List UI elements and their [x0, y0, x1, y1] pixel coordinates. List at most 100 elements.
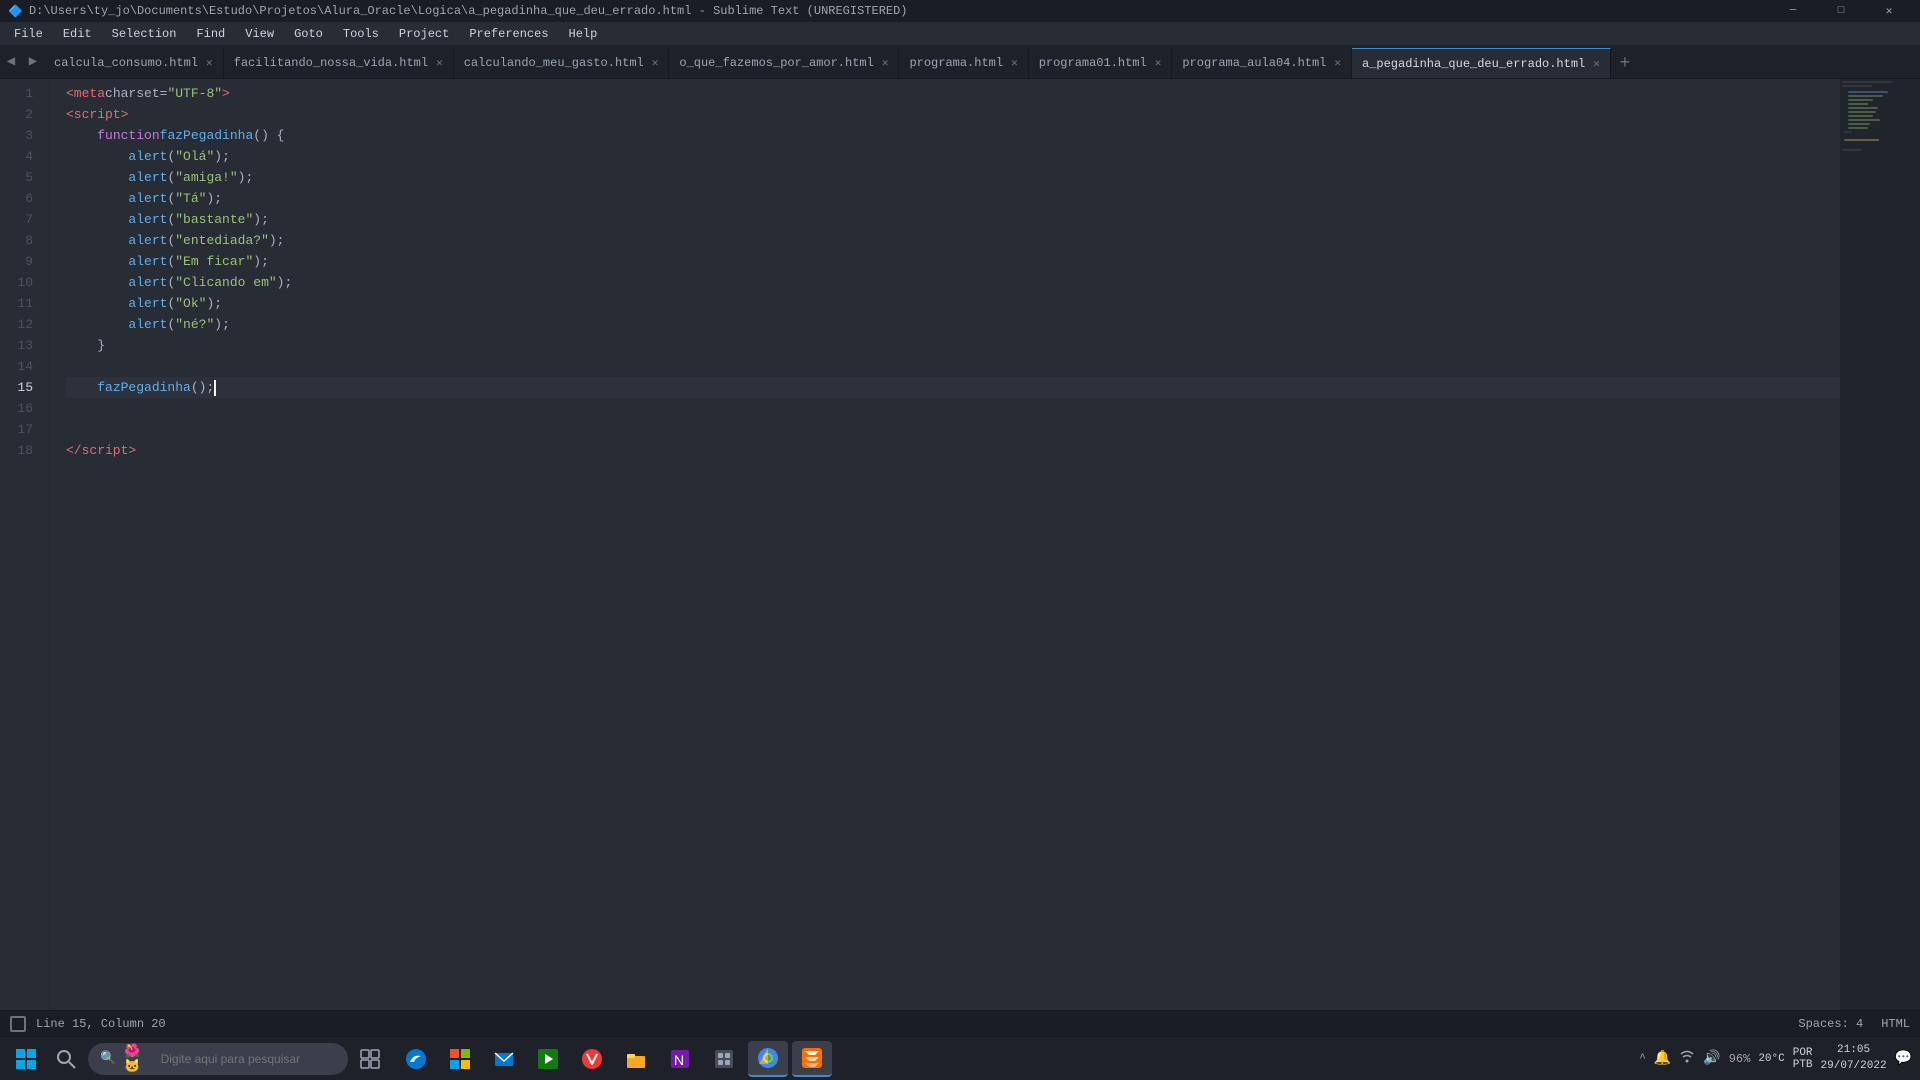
- status-spaces[interactable]: Spaces: 4: [1798, 1017, 1863, 1031]
- tab-close-2[interactable]: ✕: [652, 56, 659, 70]
- tab-label-2: calculando_meu_gasto.html: [464, 56, 644, 70]
- taskbar-app9-icon[interactable]: [704, 1041, 744, 1077]
- menu-item-edit[interactable]: Edit: [53, 22, 102, 46]
- tab-1[interactable]: facilitando_nossa_vida.html ✕: [224, 48, 454, 78]
- volume-icon[interactable]: 🔊: [1703, 1050, 1720, 1067]
- code-line-3: function fazPegadinha() {: [66, 125, 1840, 146]
- minimize-button[interactable]: ─: [1770, 0, 1816, 22]
- tab-7[interactable]: a_pegadinha_que_deu_errado.html ✕: [1352, 48, 1611, 78]
- tray-chevron-icon[interactable]: ^: [1639, 1053, 1646, 1065]
- code-line-17: [66, 419, 1840, 440]
- line-number-14: 14: [0, 356, 41, 377]
- code-line-6: alert("Tá");: [66, 188, 1840, 209]
- tab-next-button[interactable]: ▶: [22, 46, 44, 78]
- code-line-18: </script>: [66, 440, 1840, 461]
- code-editor[interactable]: <meta charset="UTF-8"><script> function …: [50, 79, 1840, 1010]
- code-line-8: alert("entediada?");: [66, 230, 1840, 251]
- line-number-15: 15: [0, 377, 41, 398]
- menu-item-project[interactable]: Project: [389, 22, 459, 46]
- tab-close-5[interactable]: ✕: [1155, 56, 1162, 70]
- line-numbers: 123456789101112131415161718: [0, 79, 50, 1010]
- lang-display: PORPTB: [1793, 1047, 1813, 1071]
- tab-3[interactable]: o_que_fazemos_por_amor.html ✕: [669, 48, 899, 78]
- taskbar-explorer-icon[interactable]: [616, 1041, 656, 1077]
- taskbar-right: ^ 🔔 🔊 96% 20°C PORPTB 21:05 29/07/2022 💬: [1639, 1043, 1912, 1074]
- status-bar: Line 15, Column 20 Spaces: 4 HTML: [0, 1010, 1920, 1036]
- menu-item-tools[interactable]: Tools: [333, 22, 389, 46]
- wifi-icon[interactable]: [1679, 1048, 1695, 1069]
- windows-start-button[interactable]: [8, 1041, 44, 1077]
- menu-item-view[interactable]: View: [235, 22, 284, 46]
- editor: 123456789101112131415161718 <meta charse…: [0, 79, 1920, 1010]
- taskbar-sublime-icon[interactable]: [792, 1041, 832, 1077]
- status-encoding[interactable]: HTML: [1881, 1017, 1910, 1031]
- menu-item-help[interactable]: Help: [559, 22, 608, 46]
- taskbar-media-icon[interactable]: [528, 1041, 568, 1077]
- line-number-16: 16: [0, 398, 41, 419]
- tab-label-7: a_pegadinha_que_deu_errado.html: [1362, 57, 1585, 71]
- clock[interactable]: 21:05 29/07/2022: [1821, 1043, 1887, 1074]
- status-right: Spaces: 4 HTML: [1798, 1017, 1910, 1031]
- tab-6[interactable]: programa_aula04.html✕: [1172, 48, 1352, 78]
- code-line-9: alert("Em ficar");: [66, 251, 1840, 272]
- menu-item-find[interactable]: Find: [186, 22, 235, 46]
- taskbar-vivaldi-icon[interactable]: [572, 1041, 612, 1077]
- tab-close-0[interactable]: ✕: [206, 56, 213, 70]
- tab-bar: ◀ ▶ calcula_consumo.html✕facilitando_nos…: [0, 46, 1920, 79]
- code-line-10: alert("Clicando em");: [66, 272, 1840, 293]
- close-button[interactable]: ✕: [1866, 0, 1912, 22]
- maximize-button[interactable]: □: [1818, 0, 1864, 22]
- task-view-button[interactable]: [352, 1041, 388, 1077]
- clock-time: 21:05: [1821, 1043, 1887, 1058]
- title-bar-text: D:\Users\ty_jo\Documents\Estudo\Projetos…: [29, 4, 908, 18]
- status-left: Line 15, Column 20: [10, 1016, 166, 1032]
- line-number-12: 12: [0, 314, 41, 335]
- tab-4[interactable]: programa.html✕: [899, 48, 1028, 78]
- title-bar-controls: ─ □ ✕: [1770, 0, 1912, 22]
- tab-add-button[interactable]: +: [1611, 50, 1639, 78]
- tray-icon-1: 🔔: [1654, 1050, 1671, 1067]
- tab-label-5: programa01.html: [1039, 56, 1147, 70]
- minimap: [1840, 79, 1920, 1010]
- tab-close-1[interactable]: ✕: [436, 56, 443, 70]
- menu-item-selection[interactable]: Selection: [102, 22, 187, 46]
- tab-2[interactable]: calculando_meu_gasto.html ✕: [454, 48, 670, 78]
- line-number-4: 4: [0, 146, 41, 167]
- tab-close-6[interactable]: ✕: [1334, 56, 1341, 70]
- tab-close-4[interactable]: ✕: [1011, 56, 1018, 70]
- line-number-17: 17: [0, 419, 41, 440]
- search-taskbar-button[interactable]: [48, 1041, 84, 1077]
- taskbar-edge-icon[interactable]: [396, 1041, 436, 1077]
- menu-item-preferences[interactable]: Preferences: [459, 22, 558, 46]
- taskbar-store-icon[interactable]: [440, 1041, 480, 1077]
- code-line-13: }: [66, 335, 1840, 356]
- tab-0[interactable]: calcula_consumo.html✕: [44, 48, 224, 78]
- tab-5[interactable]: programa01.html ✕: [1029, 48, 1173, 78]
- title-bar: 🔷 D:\Users\ty_jo\Documents\Estudo\Projet…: [0, 0, 1920, 22]
- line-number-7: 7: [0, 209, 41, 230]
- notification-button[interactable]: 💬: [1895, 1050, 1912, 1067]
- menu-item-goto[interactable]: Goto: [284, 22, 333, 46]
- line-number-11: 11: [0, 293, 41, 314]
- tab-close-3[interactable]: ✕: [882, 56, 889, 70]
- menu-bar: FileEditSelectionFindViewGotoToolsProjec…: [0, 22, 1920, 46]
- code-line-12: alert("né?");: [66, 314, 1840, 335]
- tab-prev-button[interactable]: ◀: [0, 46, 22, 78]
- taskbar-search-box[interactable]: 🔍 🌺🐱: [88, 1043, 348, 1075]
- line-number-9: 9: [0, 251, 41, 272]
- code-line-11: alert("Ok");: [66, 293, 1840, 314]
- taskbar-onenote-icon[interactable]: N: [660, 1041, 700, 1077]
- taskbar-chrome-icon[interactable]: [748, 1041, 788, 1077]
- tab-label-3: o_que_fazemos_por_amor.html: [679, 56, 873, 70]
- line-number-3: 3: [0, 125, 41, 146]
- code-line-16: [66, 398, 1840, 419]
- line-number-13: 13: [0, 335, 41, 356]
- taskbar: 🔍 🌺🐱: [0, 1036, 1920, 1080]
- tab-close-7[interactable]: ✕: [1593, 57, 1600, 71]
- code-line-15: fazPegadinha();: [66, 377, 1840, 398]
- line-number-1: 1: [0, 83, 41, 104]
- menu-item-file[interactable]: File: [4, 22, 53, 46]
- tab-label-1: facilitando_nossa_vida.html: [234, 56, 428, 70]
- taskbar-mail-icon[interactable]: [484, 1041, 524, 1077]
- taskbar-search-input[interactable]: [161, 1052, 336, 1066]
